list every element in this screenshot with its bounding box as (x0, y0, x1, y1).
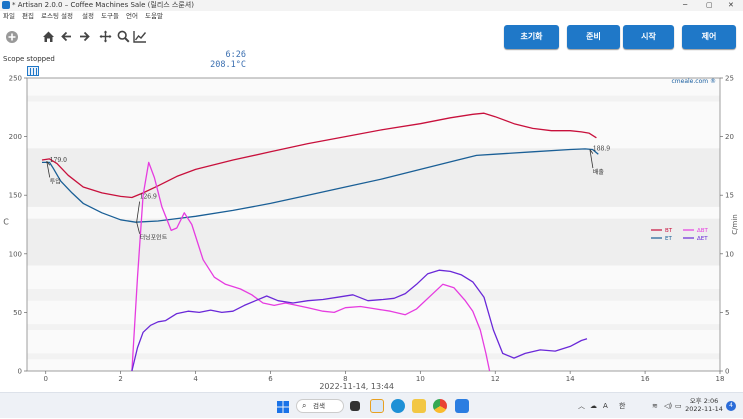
phase-band (27, 148, 720, 207)
phase-band (27, 324, 720, 330)
snipping-tool-icon[interactable] (370, 399, 384, 413)
zoom-icon[interactable] (115, 30, 131, 46)
taskbar: ⌕ 검색 ︿ ☁ A 한 ≋ ◁) ▭ 오후 2:06 2022-11-14 4 (0, 392, 743, 418)
legend-entry: ET (665, 236, 672, 242)
watermark: cmeale.com ® (672, 78, 717, 85)
edge-icon[interactable] (391, 399, 405, 413)
y2-tick-label: 15 (725, 192, 734, 200)
file-explorer-icon[interactable] (412, 399, 426, 413)
clock-time: 오후 2:06 (689, 397, 719, 405)
legend-entry: ΔET (697, 236, 708, 242)
battery-icon[interactable]: ▭ (675, 393, 682, 419)
event-value-label: 188.9 (593, 146, 610, 153)
y2-tick-label: 25 (725, 75, 734, 83)
event-value-label: 126.9 (140, 194, 157, 201)
y2-axis-label: C/min (731, 214, 739, 234)
plus-circle-icon[interactable] (4, 30, 20, 46)
event-name-label: 터닝포인트 (140, 234, 168, 242)
menu-language[interactable]: 언어 (126, 11, 138, 22)
x-axis-label: 2022-11-14, 13:44 (319, 382, 394, 391)
event-name-label: 투입 (50, 177, 61, 185)
title-bar: * Artisan 2.0.0 – Coffee Machines Sale (… (0, 0, 743, 11)
x-tick-label: 10 (416, 375, 425, 383)
menu-edit[interactable]: 편집 (22, 11, 34, 22)
artisan-taskbar-icon[interactable] (455, 399, 469, 413)
clock-date: 2022-11-14 (685, 405, 723, 413)
x-tick-label: 2 (118, 375, 122, 383)
y-axis-label: C (3, 218, 9, 227)
artisan-app-icon (2, 1, 10, 9)
minimize-button[interactable]: ─ (683, 0, 687, 11)
x-tick-label: 4 (193, 375, 198, 383)
phase-band (27, 288, 720, 301)
taskbar-clock[interactable]: 오후 2:06 2022-11-14 (684, 397, 724, 413)
taskbar-search[interactable]: ⌕ 검색 (296, 399, 344, 413)
ime-icon[interactable]: 한 (619, 393, 625, 419)
menu-file[interactable]: 파일 (3, 11, 15, 22)
x-tick-label: 18 (716, 375, 725, 383)
chevron-up-icon[interactable]: ︿ (578, 393, 585, 419)
roast-chart: 05010015020025005101520250 2 4 6 8 10 12 14 16 18… (3, 75, 739, 392)
y-tick-label: 0 (18, 368, 22, 376)
task-view-icon[interactable] (350, 401, 360, 411)
y-tick-label: 150 (9, 192, 22, 200)
control-button[interactable]: 제어 (682, 25, 736, 49)
menu-bar: 파일 편집 로스팅 설정 설정 도구들 언어 도움말 (0, 11, 743, 22)
chrome-icon[interactable] (433, 399, 447, 413)
y2-tick-label: 20 (725, 133, 734, 141)
event-value-label: 179.0 (50, 157, 67, 164)
wifi-icon[interactable]: ≋ (652, 393, 658, 419)
phase-band (27, 353, 720, 360)
y2-tick-label: 5 (725, 309, 729, 317)
start-button[interactable]: 시작 (623, 25, 674, 49)
home-icon[interactable] (40, 30, 56, 46)
move-icon[interactable] (97, 30, 113, 46)
maximize-button[interactable]: ▢ (706, 0, 713, 11)
ready-button[interactable]: 준비 (567, 25, 620, 49)
y2-tick-label: 10 (725, 250, 734, 258)
phase-band (27, 218, 720, 266)
y-tick-label: 250 (9, 75, 22, 83)
legend-entry: BT (665, 228, 673, 234)
x-tick-label: 14 (566, 375, 575, 383)
x-tick-label: 16 (641, 375, 650, 383)
x-tick-label: 0 (43, 375, 47, 383)
x-tick-label: 6 (268, 375, 273, 383)
search-label: 검색 (313, 402, 325, 410)
menu-settings[interactable]: 설정 (82, 11, 94, 22)
phase-band (27, 95, 720, 102)
menu-tools[interactable]: 도구들 (101, 11, 119, 22)
search-icon: ⌕ (302, 401, 307, 410)
notification-badge[interactable]: 4 (726, 401, 736, 411)
menu-help[interactable]: 도움말 (145, 11, 163, 22)
window-title: * Artisan 2.0.0 – Coffee Machines Sale (… (12, 1, 194, 9)
y-tick-label: 200 (9, 133, 22, 141)
start-menu-icon[interactable] (276, 399, 290, 413)
x-tick-label: 12 (491, 375, 500, 383)
menu-roast-settings[interactable]: 로스팅 설정 (41, 11, 73, 22)
back-arrow-icon[interactable] (58, 30, 74, 46)
reset-button[interactable]: 초기화 (504, 25, 559, 49)
volume-icon[interactable]: ◁) (664, 393, 672, 419)
y-tick-label: 100 (9, 250, 22, 258)
lcd-time: 6:26 (225, 50, 246, 60)
keyboard-layout-icon[interactable]: A (603, 393, 608, 419)
y2-tick-label: 0 (725, 368, 729, 376)
cloud-icon[interactable]: ☁ (590, 393, 597, 419)
chart-icon[interactable] (132, 30, 148, 46)
legend-entry: ΔBT (697, 228, 709, 234)
close-button[interactable]: ✕ (728, 0, 734, 11)
forward-arrow-icon[interactable] (76, 30, 92, 46)
event-name-label: 배출 (593, 168, 605, 176)
y-tick-label: 50 (13, 309, 22, 317)
